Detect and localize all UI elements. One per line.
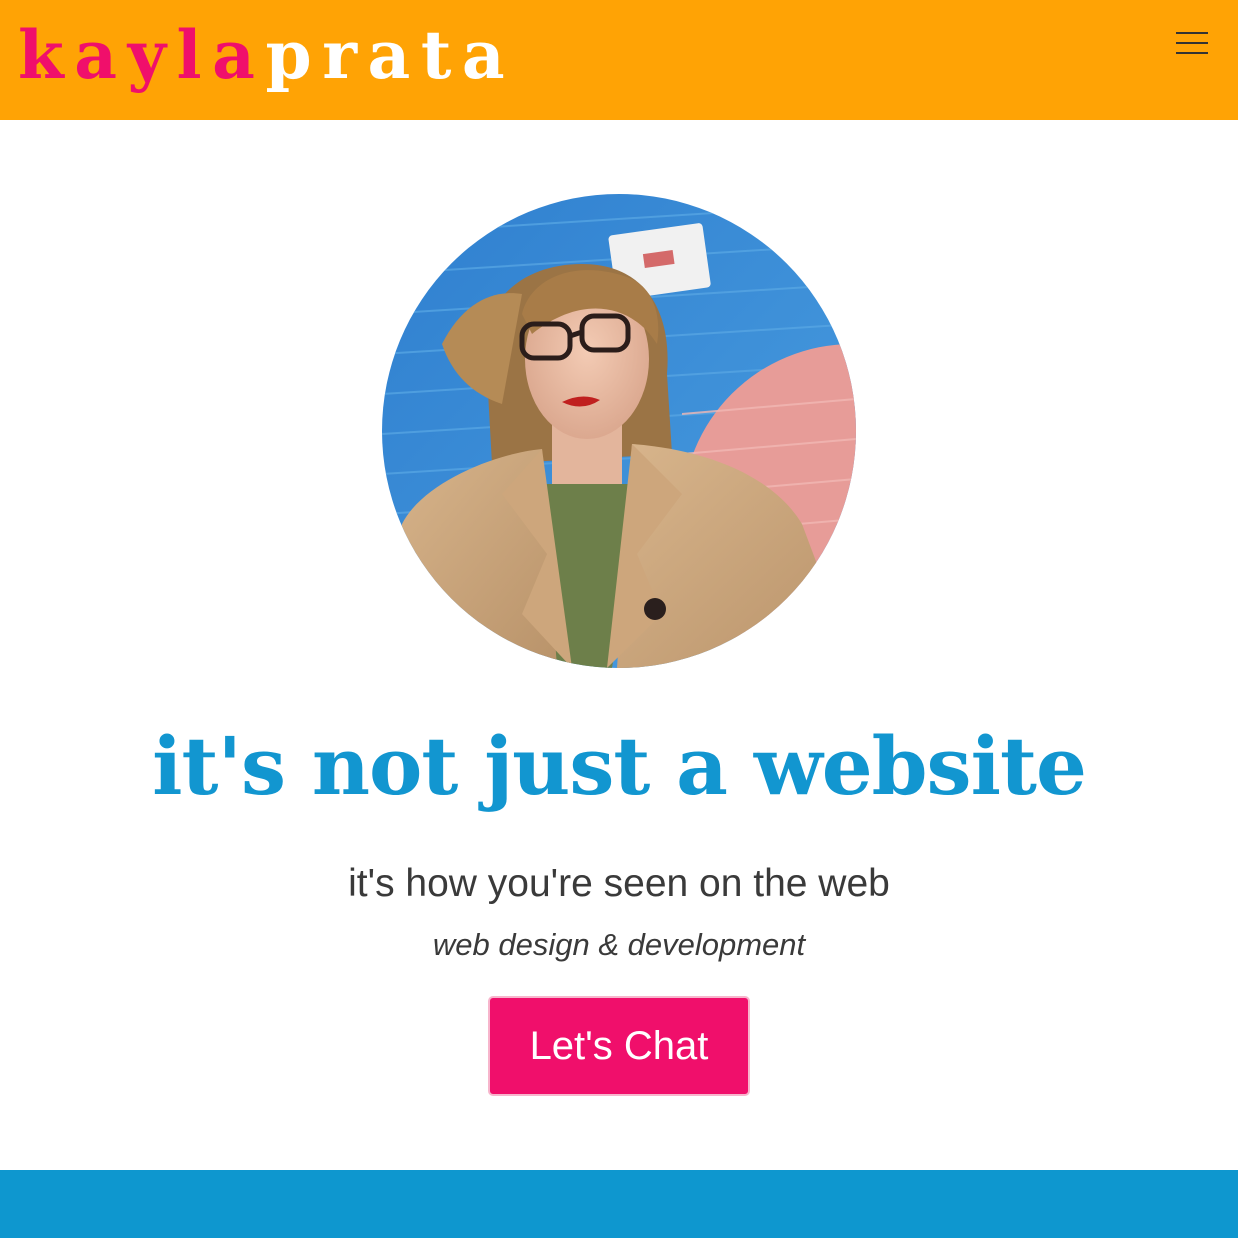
menu-bar-bottom — [1176, 52, 1208, 54]
menu-bar-top — [1176, 32, 1208, 34]
site-logo[interactable]: kaylaprata — [18, 10, 515, 100]
next-section-band — [0, 1170, 1238, 1238]
site-header: kaylaprata — [0, 0, 1238, 120]
logo-last-name: prata — [265, 16, 516, 94]
portrait-photo — [382, 194, 856, 668]
hero-tagline: web design & development — [432, 927, 806, 962]
lets-chat-button[interactable]: Let's Chat — [488, 996, 750, 1096]
hero-subtitle: it's how you're seen on the web — [348, 862, 890, 905]
menu-bar-middle — [1176, 42, 1208, 44]
hamburger-menu-icon[interactable] — [1168, 26, 1216, 62]
logo-first-name: kayla — [18, 16, 266, 94]
hero-headline: it's not just a website — [152, 719, 1087, 813]
